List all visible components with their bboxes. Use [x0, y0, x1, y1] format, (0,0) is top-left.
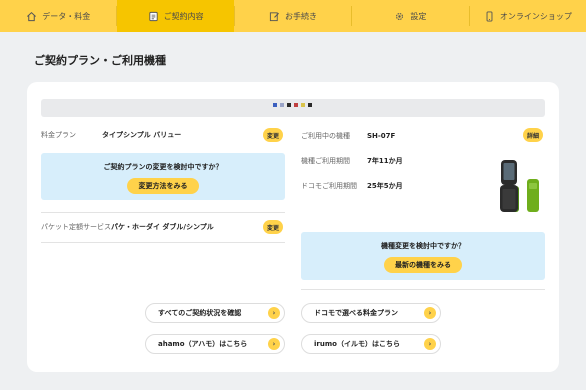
nav-item-settings[interactable]: 設定	[352, 0, 468, 32]
smartphone-icon	[486, 10, 493, 22]
device-model-label: ご利用中の機種	[301, 132, 350, 140]
nav-item-label: お手続き	[285, 11, 318, 21]
docomo-plans-link-label: ドコモで選べる料金プラン	[314, 309, 398, 317]
fee-plan-label: 料金プラン	[41, 131, 76, 139]
device-change-question: 機種変更を検討中ですか？	[381, 242, 465, 250]
docomo-plans-link[interactable]: ドコモで選べる料金プラン ›	[301, 303, 441, 323]
document-icon	[148, 11, 158, 21]
all-contracts-link-label: すべてのご契約状況を確認	[158, 309, 242, 317]
usage-period-value: 7年11か月	[367, 157, 403, 165]
ahamo-link-label: ahamo（アハモ）はこちら	[158, 340, 248, 348]
masked-number	[273, 103, 312, 107]
edit-icon	[269, 11, 280, 21]
chevron-right-icon: ›	[268, 307, 280, 319]
device-model-row: ご利用中の機種 SH-07F	[301, 131, 395, 141]
home-icon	[27, 11, 37, 21]
nav-item-data-fee[interactable]: データ・料金	[0, 0, 116, 32]
irumo-link-label: irumo（イルモ）はこちら	[314, 340, 400, 348]
packet-service-value: パケ・ホーダイ ダブル/シンプル	[111, 223, 214, 231]
page-title: ご契約プラン・ご利用機種	[34, 54, 166, 67]
device-model-value: SH-07F	[367, 132, 396, 140]
latest-device-button[interactable]: 最新の機種をみる	[384, 257, 462, 273]
usage-period-row: 機種ご利用期間 7年11か月	[301, 156, 403, 166]
flip-phone-image	[500, 160, 539, 212]
masked-phone-number-bar	[41, 99, 545, 117]
docomo-period-label: ドコモご利用期間	[301, 182, 357, 190]
nav-item-label: データ・料金	[42, 11, 91, 21]
gear-icon	[396, 12, 404, 20]
docomo-period-row: ドコモご利用期間 25年5か月	[301, 181, 403, 191]
plan-change-infobox: ご契約プランの変更を検討中ですか？ 変更方法をみる	[41, 153, 285, 200]
nav-item-online-shop[interactable]: オンラインショップ	[470, 0, 586, 32]
fee-plan-change-button[interactable]: 変更	[263, 128, 283, 142]
plan-change-question: ご契約プランの変更を検討中ですか？	[103, 163, 223, 171]
fee-plan-value: タイプシンプル バリュー	[102, 131, 182, 139]
device-detail-button[interactable]: 詳細	[523, 128, 543, 142]
contract-card: 料金プラン タイプシンプル バリュー 変更 ご契約プランの変更を検討中ですか？ …	[27, 82, 559, 372]
chevron-right-icon: ›	[424, 307, 436, 319]
packet-service-change-button[interactable]: 変更	[263, 220, 283, 234]
chevron-right-icon: ›	[424, 338, 436, 350]
nav-item-contract[interactable]: ご契約内容	[117, 0, 234, 32]
nav-item-label: 設定	[410, 11, 427, 21]
irumo-link[interactable]: irumo（イルモ）はこちら ›	[301, 334, 441, 354]
plan-change-method-button[interactable]: 変更方法をみる	[127, 178, 199, 194]
nav-item-label: ご契約内容	[163, 11, 204, 21]
packet-service-label: パケット定額サービス	[41, 223, 111, 231]
nav-item-procedure[interactable]: お手続き	[235, 0, 351, 32]
nav-item-label: オンラインショップ	[499, 11, 572, 21]
device-change-infobox: 機種変更を検討中ですか？ 最新の機種をみる	[301, 232, 545, 280]
packet-service-row: パケット定額サービス パケ・ホーダイ ダブル/シンプル	[41, 222, 214, 232]
top-navigation: データ・料金 ご契約内容 お手続き 設定 オンラインショップ	[0, 0, 586, 32]
fee-plan-row: 料金プラン タイプシンプル バリュー	[41, 130, 181, 140]
docomo-period-value: 25年5か月	[367, 182, 403, 190]
ahamo-link[interactable]: ahamo（アハモ）はこちら ›	[145, 334, 285, 354]
chevron-right-icon: ›	[268, 338, 280, 350]
all-contracts-link[interactable]: すべてのご契約状況を確認 ›	[145, 303, 285, 323]
usage-period-label: 機種ご利用期間	[301, 157, 350, 165]
